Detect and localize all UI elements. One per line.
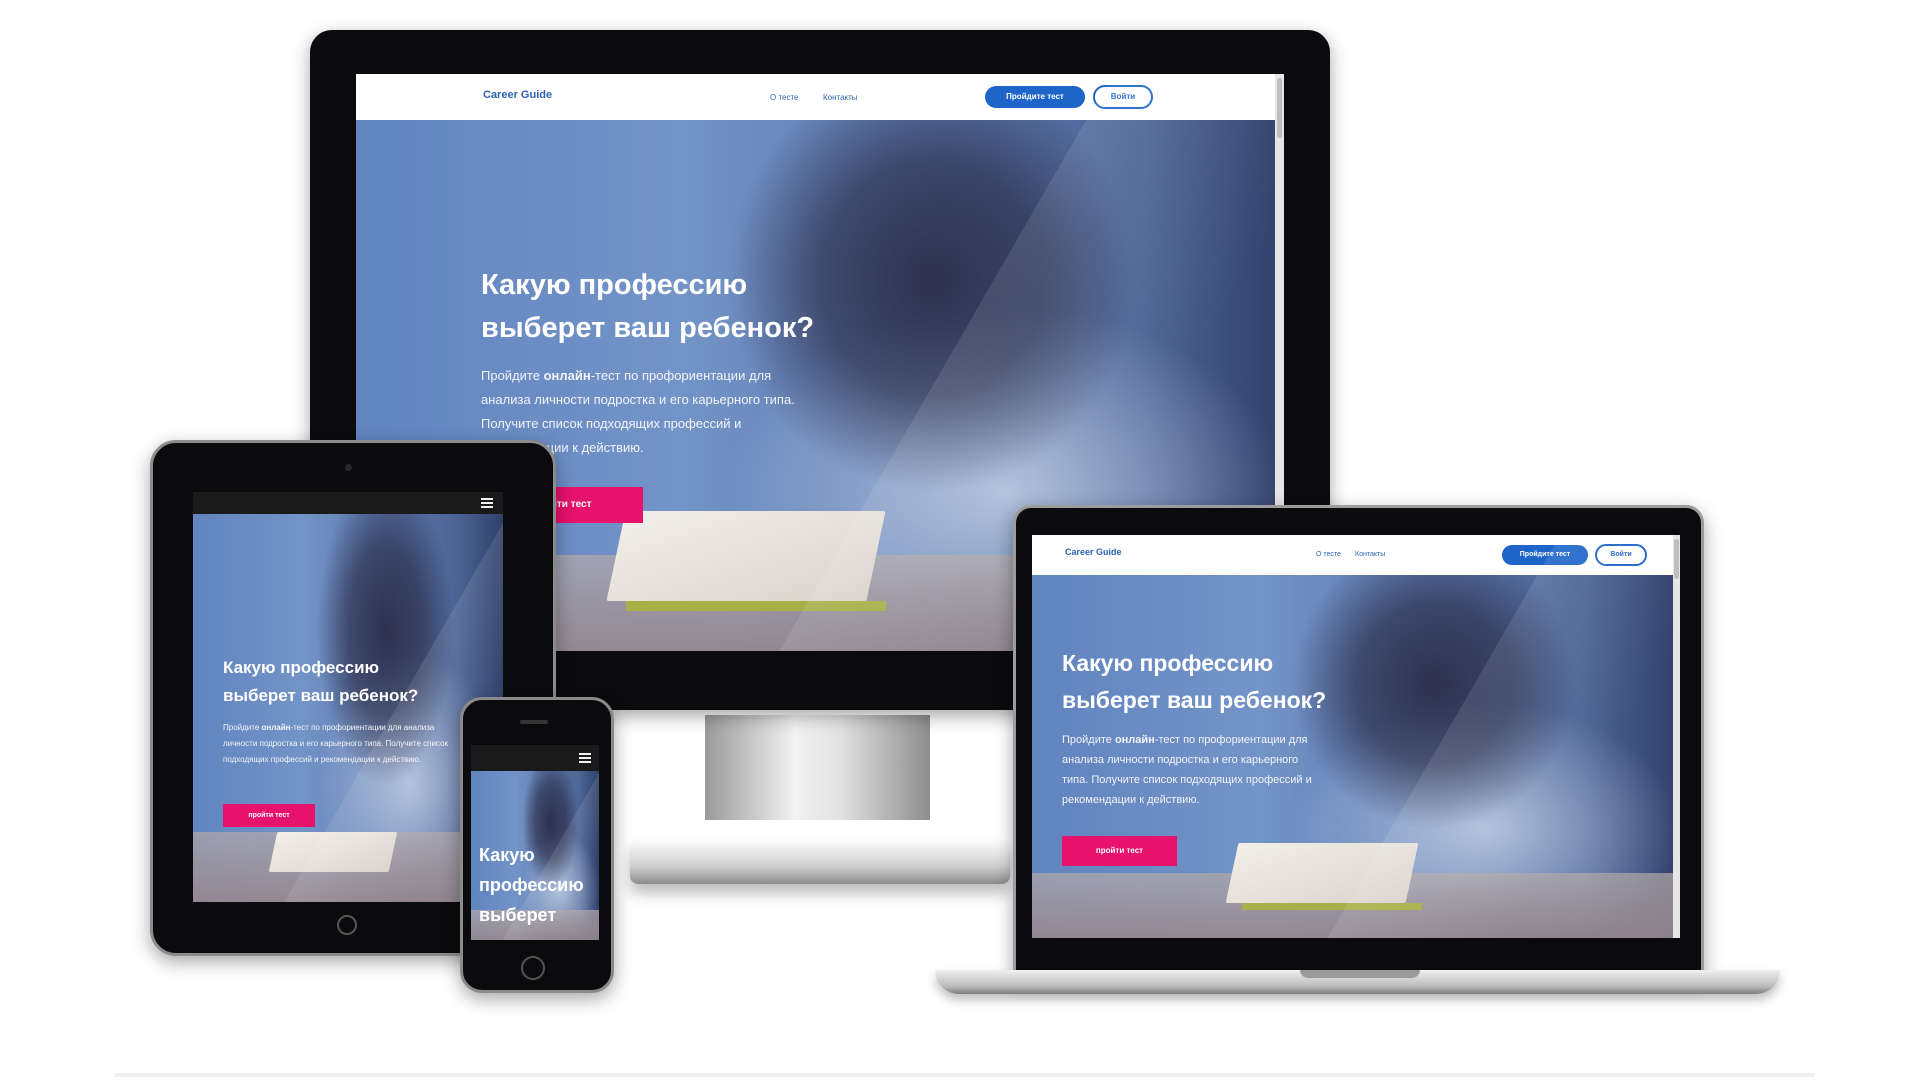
- laptop-notch: [1300, 970, 1420, 978]
- bottom-divider: [115, 1073, 1815, 1077]
- take-test-button[interactable]: Пройдите тест: [985, 86, 1085, 108]
- laptop-site-logo[interactable]: Career Guide: [1065, 547, 1122, 557]
- hamburger-menu-icon[interactable]: [481, 498, 493, 508]
- hamburger-menu-icon[interactable]: [579, 753, 591, 763]
- laptop-navbar: Career Guide О тесте Контакты Пройдите т…: [1032, 535, 1680, 575]
- nav-link-about[interactable]: О тесте: [770, 93, 799, 102]
- monitor-stand-base: [630, 840, 1010, 884]
- laptop-nav-link-about[interactable]: О тесте: [1316, 551, 1341, 558]
- phone-screen: Какую профессию выберет: [471, 745, 599, 940]
- laptop-description: Пройдите онлайн-тест по профориентации д…: [1062, 734, 1312, 806]
- home-button-icon[interactable]: [521, 956, 545, 980]
- laptop-headline: Какую профессию выберет ваш ребенок?: [1062, 650, 1327, 713]
- phone-headline: Какую профессию выберет: [479, 845, 584, 925]
- laptop-login-button[interactable]: Войти: [1595, 544, 1647, 566]
- tablet-description: Пройдите онлайн-тест по профориентации д…: [223, 723, 448, 764]
- laptop-screen: Career Guide О тесте Контакты Пройдите т…: [1032, 535, 1680, 938]
- monitor-stand-neck: [705, 715, 930, 820]
- phone-navbar: [471, 745, 599, 771]
- login-button[interactable]: Войти: [1093, 85, 1153, 109]
- home-button-icon[interactable]: [337, 915, 357, 935]
- tablet-cta-button[interactable]: пройти тест: [223, 804, 315, 827]
- tablet-headline: Какую профессию выберет ваш ребенок?: [223, 658, 419, 705]
- laptop-nav-link-contacts[interactable]: Контакты: [1355, 551, 1385, 558]
- hero-headline: Какую профессию выберет ваш ребенок?: [481, 269, 815, 344]
- laptop-cta-button[interactable]: пройти тест: [1062, 836, 1177, 866]
- tablet-screen: Какую профессию выберет ваш ребенок? Про…: [193, 492, 503, 902]
- tablet-camera: [345, 464, 352, 471]
- site-navbar: Career Guide О тесте Контакты Пройдите т…: [356, 74, 1284, 120]
- laptop-scrollbar[interactable]: [1673, 535, 1680, 938]
- nav-link-contacts[interactable]: Контакты: [823, 93, 858, 102]
- tablet-navbar: [193, 492, 503, 514]
- phone-speaker: [520, 720, 548, 724]
- site-logo[interactable]: Career Guide: [483, 89, 552, 101]
- laptop-take-test-button[interactable]: Пройдите тест: [1502, 545, 1588, 565]
